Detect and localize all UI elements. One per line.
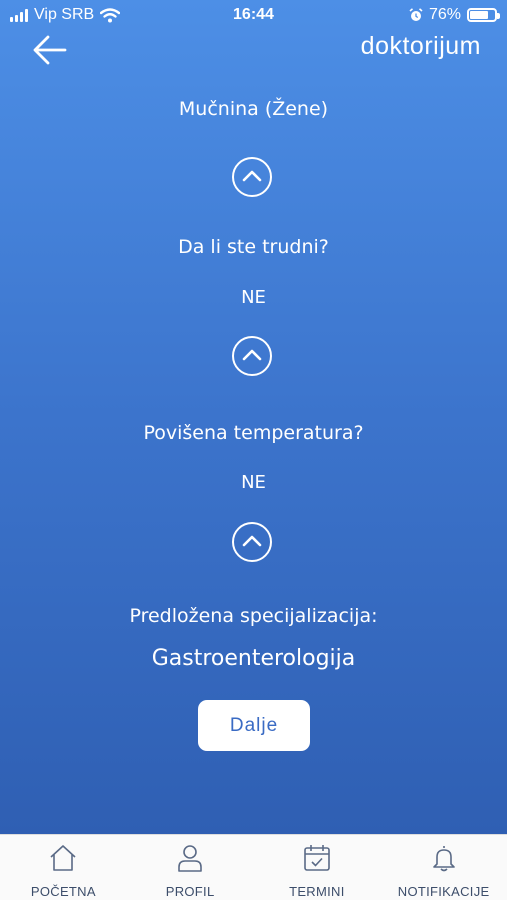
battery-icon [467, 8, 500, 22]
back-button[interactable] [32, 34, 68, 66]
tab-label-notifications: NOTIFIKACIJE [397, 884, 490, 899]
next-button[interactable]: Dalje [198, 700, 310, 751]
collapse-toggle-2[interactable] [232, 336, 272, 376]
tab-label-profile: PROFIL [165, 884, 215, 899]
tab-profile[interactable]: PROFIL [127, 835, 254, 900]
question-title-nausea: Mučnina (Žene) [178, 98, 329, 120]
bottom-tab-bar: POČETNA PROFIL TERMINI NOTIFIKACIJE [0, 834, 507, 900]
suggested-specialization-value: Gastroenterologija [151, 646, 356, 671]
bell-icon [432, 846, 455, 872]
home-icon [50, 845, 76, 871]
alarm-icon [409, 8, 423, 21]
arrow-left-icon [33, 35, 67, 65]
app-logo: doktorijum [360, 32, 481, 60]
question-title-pregnant: Da li ste trudni? [178, 236, 329, 258]
status-right: 76% [409, 6, 500, 24]
collapse-toggle-3[interactable] [232, 522, 272, 562]
chevron-up-icon [242, 535, 262, 547]
calendar-icon [304, 845, 330, 871]
tab-notifications[interactable]: NOTIFIKACIJE [380, 835, 507, 900]
answer-fever: NE [241, 472, 266, 493]
chevron-up-icon [242, 349, 262, 361]
main-screen: Vip SRB 16:44 76% doktorijum Mučnina (Že… [0, 0, 507, 834]
answer-pregnant: NE [241, 287, 266, 308]
tab-appointments[interactable]: TERMINI [254, 835, 381, 900]
collapse-toggle-1[interactable] [232, 157, 272, 197]
battery-percent: 76% [428, 6, 461, 23]
suggested-specialization-label: Predložena specijalizacija: [129, 605, 378, 627]
tab-label-appointments: TERMINI [289, 884, 345, 899]
tab-home[interactable]: POČETNA [0, 835, 127, 900]
chevron-up-icon [242, 170, 262, 182]
status-bar: Vip SRB 16:44 76% [0, 0, 507, 30]
tab-label-home: POČETNA [30, 884, 96, 899]
user-icon [178, 845, 202, 872]
battery-fill [470, 11, 489, 19]
question-title-fever: Povišena temperatura? [143, 422, 364, 444]
